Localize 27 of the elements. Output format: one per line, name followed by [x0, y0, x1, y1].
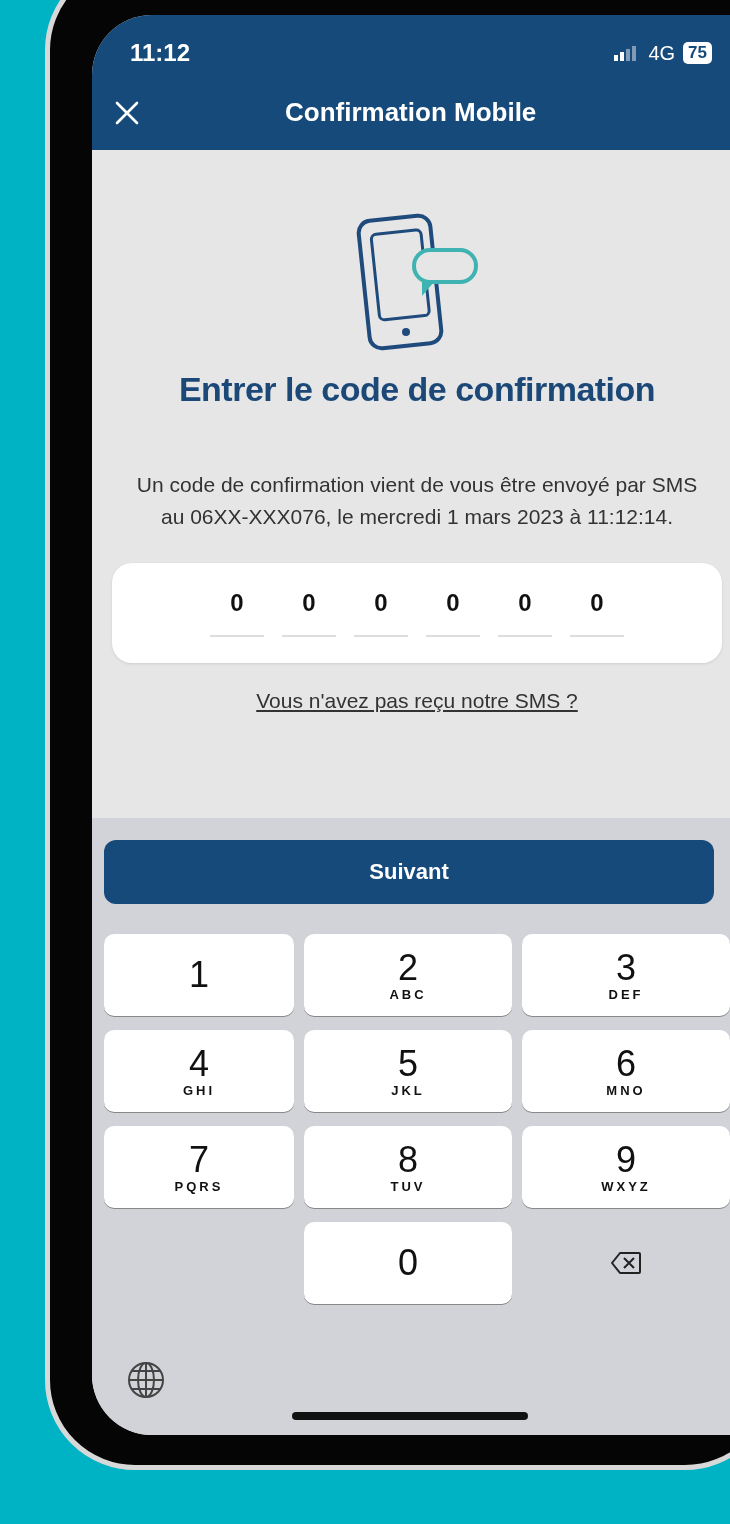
code-digit-field[interactable]: 0 [210, 589, 264, 637]
keypad-key[interactable]: 5 JKL [304, 1030, 512, 1112]
network-label: 4G [648, 41, 676, 65]
code-digit-field[interactable]: 0 [498, 589, 552, 637]
keypad-key[interactable]: 0 [304, 1222, 512, 1304]
screen-title: Confirmation Mobile [285, 97, 537, 128]
page-heading: Entrer le code de confirmation [178, 370, 656, 409]
backspace-icon[interactable] [610, 1251, 642, 1275]
keypad-key[interactable]: 1 [104, 934, 294, 1016]
resend-sms-link[interactable]: Vous n'avez pas reçu notre SMS ? [256, 689, 578, 713]
code-digit-field[interactable]: 0 [282, 589, 336, 637]
code-digit-field[interactable]: 0 [570, 589, 624, 637]
next-button[interactable]: Suivant [104, 840, 714, 904]
keypad-key[interactable]: 3 DEF [522, 934, 730, 1016]
code-digit-field[interactable]: 0 [354, 589, 408, 637]
keypad-key[interactable]: 9 WXYZ [522, 1126, 730, 1208]
battery-indicator: 75 [683, 42, 712, 64]
confirmation-message: Un code de confirmation vient de vous être envoyé par SMS au 06XX-XXX076, le mercredi 1 mars 2023 à 11:12:14. [135, 472, 699, 530]
close-icon[interactable] [114, 99, 140, 126]
code-digit-field[interactable]: 0 [426, 589, 480, 637]
keypad-key[interactable]: 7 PQRS [104, 1126, 294, 1208]
keypad-key[interactable]: 4 GHI [104, 1030, 294, 1112]
keypad-key[interactable]: 2 ABC [304, 934, 512, 1016]
globe-icon[interactable] [126, 1360, 166, 1400]
status-time: 11:12 [130, 39, 191, 67]
keypad-key[interactable]: 8 TUV [304, 1126, 512, 1208]
keypad-key[interactable]: 6 MNO [522, 1030, 730, 1112]
